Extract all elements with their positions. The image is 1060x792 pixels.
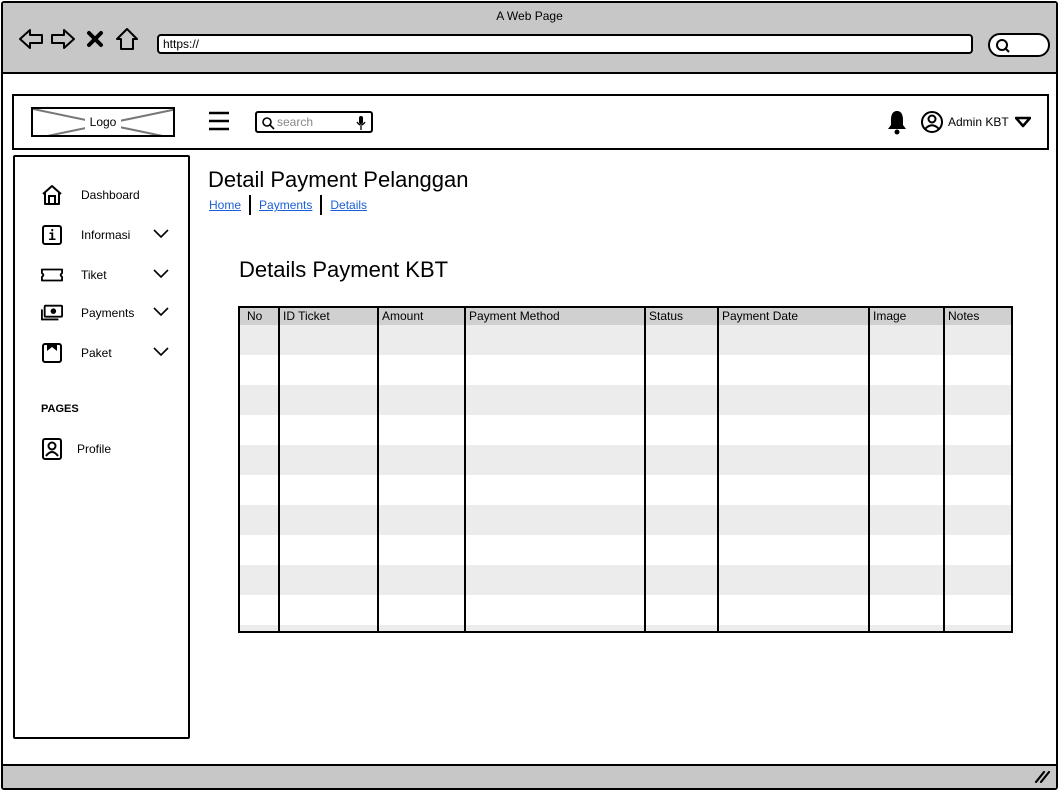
browser-chrome: A Web Page https:// (3, 3, 1056, 74)
column-divider (868, 308, 870, 631)
table-row[interactable] (240, 625, 1011, 631)
section-title: Details Payment KBT (239, 257, 449, 282)
breadcrumb: Home Payments Details (209, 195, 367, 215)
table-row[interactable] (240, 565, 1011, 595)
logo[interactable]: Logo (31, 107, 175, 137)
sidebar-item-profile[interactable]: Profile (41, 437, 111, 461)
bell-icon[interactable] (886, 109, 908, 140)
home-icon (41, 184, 63, 206)
sidebar-item-label: Payments (81, 306, 135, 320)
table-row[interactable] (240, 445, 1011, 475)
sidebar-item-informasi[interactable]: i Informasi (41, 223, 169, 247)
chevron-down-icon[interactable] (153, 345, 169, 357)
column-header-amount[interactable]: Amount (379, 308, 423, 325)
column-divider (377, 308, 379, 631)
url-bar[interactable]: https:// (157, 34, 973, 54)
pages-heading: PAGES (41, 403, 79, 415)
profile-icon (41, 438, 63, 460)
sidebar-item-label: Informasi (81, 228, 131, 242)
sidebar-item-label: Tiket (81, 268, 107, 282)
column-header-id-ticket[interactable]: ID Ticket (280, 308, 330, 325)
table-row[interactable] (240, 535, 1011, 565)
microphone-icon[interactable] (356, 115, 366, 131)
sidebar-item-label: Profile (77, 442, 112, 456)
app-header: Logo search Admin KBT (12, 94, 1049, 150)
search-input[interactable]: search (255, 111, 373, 133)
table-row[interactable] (240, 505, 1011, 535)
table-row[interactable] (240, 595, 1011, 625)
table-row[interactable] (240, 475, 1011, 505)
breadcrumb-payments[interactable]: Payments (259, 198, 312, 212)
close-icon[interactable] (81, 25, 109, 53)
table-row[interactable] (240, 325, 1011, 355)
forward-icon[interactable] (49, 25, 77, 53)
column-divider (717, 308, 719, 631)
search-placeholder: search (277, 115, 314, 129)
table-row[interactable] (240, 415, 1011, 445)
column-header-status[interactable]: Status (646, 308, 683, 325)
user-avatar-icon (921, 111, 943, 133)
column-divider (644, 308, 646, 631)
table-row[interactable] (240, 385, 1011, 415)
chevron-down-icon[interactable] (153, 305, 169, 317)
user-name: Admin KBT (948, 115, 1009, 129)
window-title: A Web Page (496, 9, 563, 23)
page-title: Detail Payment Pelanggan (208, 167, 469, 192)
column-header-payment-date[interactable]: Payment Date (719, 308, 798, 325)
column-divider (278, 308, 280, 631)
sidebar-item-tiket[interactable]: Tiket (41, 263, 169, 287)
column-divider (464, 308, 466, 631)
logo-text: Logo (85, 114, 121, 130)
sidebar: Dashboard i Informasi Tiket Payments Pak… (13, 155, 190, 739)
user-menu[interactable]: Admin KBT (920, 110, 1031, 134)
column-header-notes[interactable]: Notes (945, 308, 979, 325)
caret-down-icon[interactable] (1014, 116, 1031, 128)
sidebar-item-dashboard[interactable]: Dashboard (41, 183, 140, 207)
table-row[interactable] (240, 355, 1011, 385)
browser-search-button[interactable] (988, 33, 1050, 57)
breadcrumb-separator (249, 195, 252, 215)
status-bar (3, 764, 1056, 788)
home-page-icon[interactable] (113, 25, 141, 53)
ticket-icon (41, 264, 63, 286)
sidebar-item-payments[interactable]: Payments (41, 301, 169, 325)
search-icon (996, 39, 1010, 53)
column-divider (943, 308, 945, 631)
resize-grip-icon[interactable] (1034, 769, 1051, 786)
chevron-down-icon[interactable] (153, 227, 169, 239)
money-icon (41, 302, 63, 324)
browser-nav (17, 25, 141, 53)
chevron-down-icon[interactable] (153, 267, 169, 279)
info-icon: i (41, 224, 63, 246)
breadcrumb-separator (320, 195, 323, 215)
column-header-payment-method[interactable]: Payment Method (466, 308, 560, 325)
browser-window: A Web Page https:// Logo search Admin KB… (1, 1, 1058, 790)
payments-table: No ID Ticket Amount Payment Method Statu… (238, 306, 1013, 633)
package-icon (41, 342, 63, 364)
breadcrumb-details[interactable]: Details (330, 198, 367, 212)
sidebar-item-paket[interactable]: Paket (41, 341, 169, 365)
svg-text:i: i (48, 229, 56, 244)
back-icon[interactable] (17, 25, 45, 53)
column-header-image[interactable]: Image (870, 308, 906, 325)
search-icon (262, 117, 275, 130)
sidebar-item-label: Dashboard (81, 188, 140, 202)
column-header-no[interactable]: No (244, 308, 262, 325)
menu-icon[interactable] (207, 109, 231, 133)
breadcrumb-home[interactable]: Home (209, 198, 241, 212)
sidebar-item-label: Paket (81, 346, 112, 360)
